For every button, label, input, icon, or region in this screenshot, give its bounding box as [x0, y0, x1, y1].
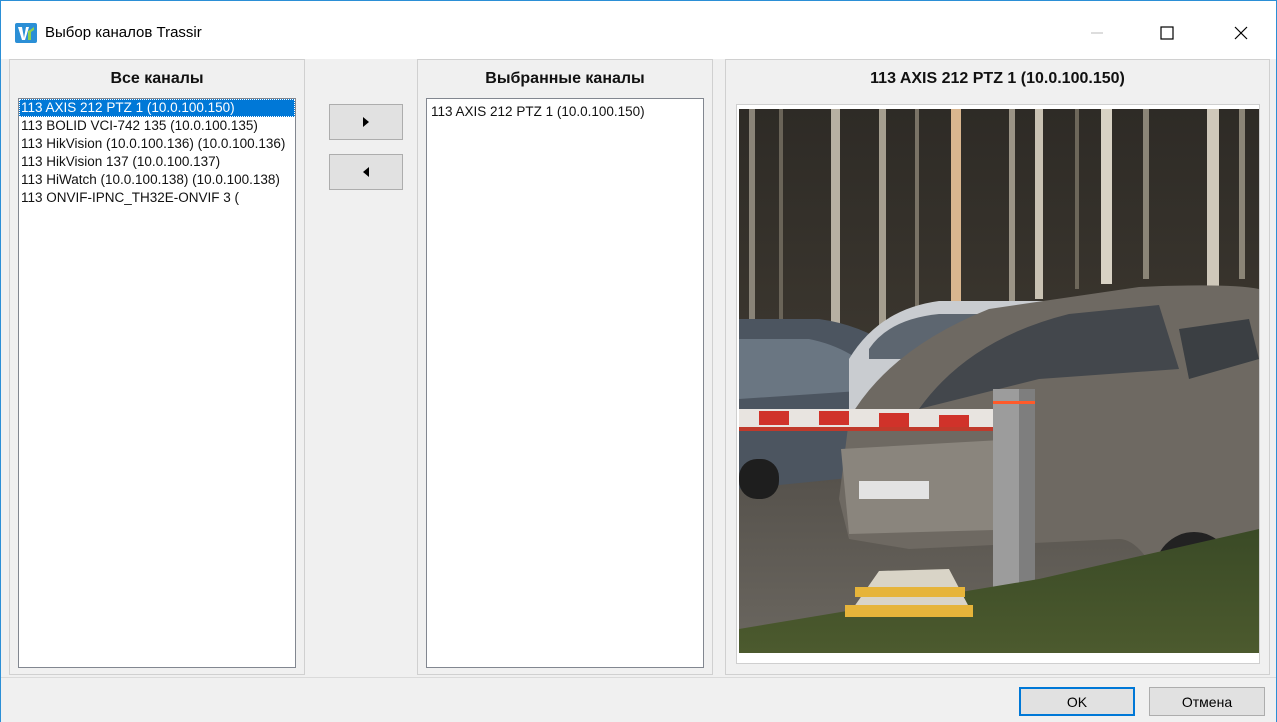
selected-channels-title: Выбранные каналы: [485, 70, 645, 87]
selected-channels-list[interactable]: 113 AXIS 212 PTZ 1 (10.0.100.150): [426, 98, 704, 668]
triangle-left-icon: [363, 167, 369, 177]
all-channels-title: Все каналы: [110, 70, 204, 87]
all-channels-panel: Все каналы 113 AXIS 212 PTZ 1 (10.0.100.…: [9, 59, 305, 675]
preview-panel: 113 AXIS 212 PTZ 1 (10.0.100.150): [725, 59, 1270, 675]
transfer-buttons-panel: [317, 59, 413, 675]
maximize-button[interactable]: [1144, 11, 1190, 55]
cancel-button[interactable]: Отмена: [1149, 687, 1265, 716]
triangle-right-icon: [363, 117, 369, 127]
list-item[interactable]: 113 HiWatch (10.0.100.138) (10.0.100.138…: [19, 171, 295, 189]
list-item[interactable]: 113 AXIS 212 PTZ 1 (10.0.100.150): [427, 103, 703, 121]
camera-preview-image: [739, 109, 1259, 653]
trassir-logo-icon: [15, 23, 37, 43]
video-frame: [736, 104, 1260, 664]
preview-title: 113 AXIS 212 PTZ 1 (10.0.100.150): [870, 70, 1125, 87]
window-title: Выбор каналов Trassir: [45, 24, 202, 41]
title-bar[interactable]: Выбор каналов Trassir: [1, 1, 1276, 59]
close-button[interactable]: [1218, 11, 1264, 55]
list-item[interactable]: 113 HikVision 137 (10.0.100.137): [19, 153, 295, 171]
all-channels-list[interactable]: 113 AXIS 212 PTZ 1 (10.0.100.150) 113 BO…: [18, 98, 296, 668]
list-item[interactable]: 113 AXIS 212 PTZ 1 (10.0.100.150): [19, 99, 295, 117]
dialog-button-bar: OK Отмена: [1, 677, 1276, 722]
close-icon: [1234, 26, 1248, 40]
selected-channels-panel: Выбранные каналы 113 AXIS 212 PTZ 1 (10.…: [417, 59, 713, 675]
minimize-icon: [1091, 32, 1103, 34]
channel-selection-dialog: Выбор каналов Trassir Все каналы 113 AXI…: [0, 0, 1277, 722]
remove-channel-button[interactable]: [329, 154, 403, 190]
list-item[interactable]: 113 BOLID VCI-742 135 (10.0.100.135): [19, 117, 295, 135]
minimize-button[interactable]: [1074, 11, 1120, 55]
list-item[interactable]: 113 HikVision (10.0.100.136) (10.0.100.1…: [19, 135, 295, 153]
add-channel-button[interactable]: [329, 104, 403, 140]
maximize-icon: [1160, 26, 1174, 40]
ok-button[interactable]: OK: [1019, 687, 1135, 716]
list-item[interactable]: 113 ONVIF-IPNC_TH32E-ONVIF 3 (: [19, 189, 295, 207]
